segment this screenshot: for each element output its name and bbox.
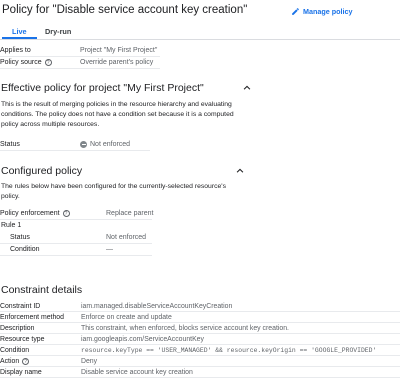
tab-bar: Live Dry-run bbox=[0, 26, 400, 40]
rule-condition-row: Condition — bbox=[0, 244, 152, 256]
policy-source-label-wrap: Policy source ? bbox=[0, 59, 52, 66]
rule-condition-label: Condition bbox=[10, 246, 40, 253]
constraint-value: Disable service account key creation bbox=[81, 369, 193, 376]
constraint-row: Constraint ID iam.managed.disableService… bbox=[0, 301, 400, 312]
constraint-label: Condition bbox=[0, 347, 30, 354]
chevron-up-icon[interactable] bbox=[235, 166, 245, 176]
constraint-condition-value: resource.keyType == 'USER_MANAGED' && re… bbox=[81, 347, 377, 354]
policy-enforcement-row: Policy enforcement ? Replace parent bbox=[0, 208, 154, 220]
constraint-value: This constraint, when enforced, blocks s… bbox=[81, 325, 289, 332]
constraint-value: iam.managed.disableServiceAccountKeyCrea… bbox=[81, 303, 233, 310]
effective-status-value: Not enforced bbox=[90, 141, 131, 148]
policy-source-value: Override parent's policy bbox=[80, 59, 154, 66]
page-title: Policy for "Disable service account key … bbox=[2, 4, 248, 16]
rule-condition-value: — bbox=[106, 246, 113, 253]
effective-policy-description: This is the result of merging policies i… bbox=[1, 101, 234, 128]
constraint-value: Enforce on create and update bbox=[81, 314, 172, 321]
constraint-row: Resource type iam.googleapis.com/Service… bbox=[0, 334, 400, 345]
action-label-wrap: Action ? bbox=[0, 358, 30, 365]
constraint-label: Constraint ID bbox=[0, 303, 41, 310]
chevron-up-icon[interactable] bbox=[242, 83, 252, 93]
active-tab-indicator bbox=[2, 37, 37, 39]
constraint-value: Deny bbox=[81, 358, 98, 365]
constraint-row: Action ? Deny bbox=[0, 356, 400, 367]
help-icon[interactable]: ? bbox=[44, 59, 52, 66]
policy-enforcement-value: Replace parent bbox=[106, 210, 154, 217]
effective-status-value-wrap: Not enforced bbox=[80, 141, 130, 148]
constraint-value: iam.googleapis.com/ServiceAccountKey bbox=[81, 336, 204, 343]
constraint-label: Enforcement method bbox=[0, 314, 64, 321]
applies-to-label: Applies to bbox=[0, 47, 31, 54]
constraint-label: Action bbox=[0, 358, 20, 365]
applies-to-value: Project "My First Project" bbox=[80, 47, 158, 54]
edit-pencil-icon bbox=[292, 8, 299, 15]
rule-status-row: Status Not enforced bbox=[0, 232, 152, 244]
manage-policy-button[interactable]: Manage policy bbox=[291, 7, 353, 16]
rule-1-label: Rule 1 bbox=[1, 222, 22, 229]
effective-policy-heading: Effective policy for project "My First P… bbox=[1, 82, 204, 94]
rule-status-label: Status bbox=[10, 234, 30, 241]
manage-policy-label: Manage policy bbox=[303, 7, 353, 16]
rule-status-value: Not enforced bbox=[106, 234, 147, 241]
constraint-label: Resource type bbox=[0, 336, 45, 343]
effective-status-row: Status Not enforced bbox=[0, 139, 150, 151]
policy-source-label: Policy source bbox=[0, 59, 42, 66]
constraint-label: Description bbox=[0, 325, 35, 332]
tab-live[interactable]: Live bbox=[12, 27, 27, 36]
applies-to-row: Applies to Project "My First Project" bbox=[0, 45, 160, 57]
constraint-label: Display name bbox=[0, 369, 42, 376]
effective-status-label: Status bbox=[0, 141, 20, 148]
constraint-row: Description This constraint, when enforc… bbox=[0, 323, 400, 334]
configured-policy-heading: Configured policy bbox=[1, 165, 83, 177]
policy-source-row: Policy source ? Override parent's policy bbox=[0, 57, 160, 69]
constraint-row: Condition resource.keyType == 'USER_MANA… bbox=[0, 345, 400, 356]
configured-policy-description: The rules below have been configured for… bbox=[1, 183, 226, 200]
help-icon[interactable]: ? bbox=[22, 358, 30, 365]
not-enforced-icon bbox=[80, 141, 87, 148]
constraint-row: Enforcement method Enforce on create and… bbox=[0, 312, 400, 323]
policy-enforcement-label: Policy enforcement bbox=[0, 210, 60, 217]
tab-dry-run[interactable]: Dry-run bbox=[45, 27, 71, 36]
constraint-details-heading: Constraint details bbox=[1, 284, 83, 296]
policy-enforcement-label-wrap: Policy enforcement ? bbox=[0, 210, 70, 217]
constraint-row: Display name Disable service account key… bbox=[0, 367, 400, 378]
help-icon[interactable]: ? bbox=[62, 210, 70, 217]
